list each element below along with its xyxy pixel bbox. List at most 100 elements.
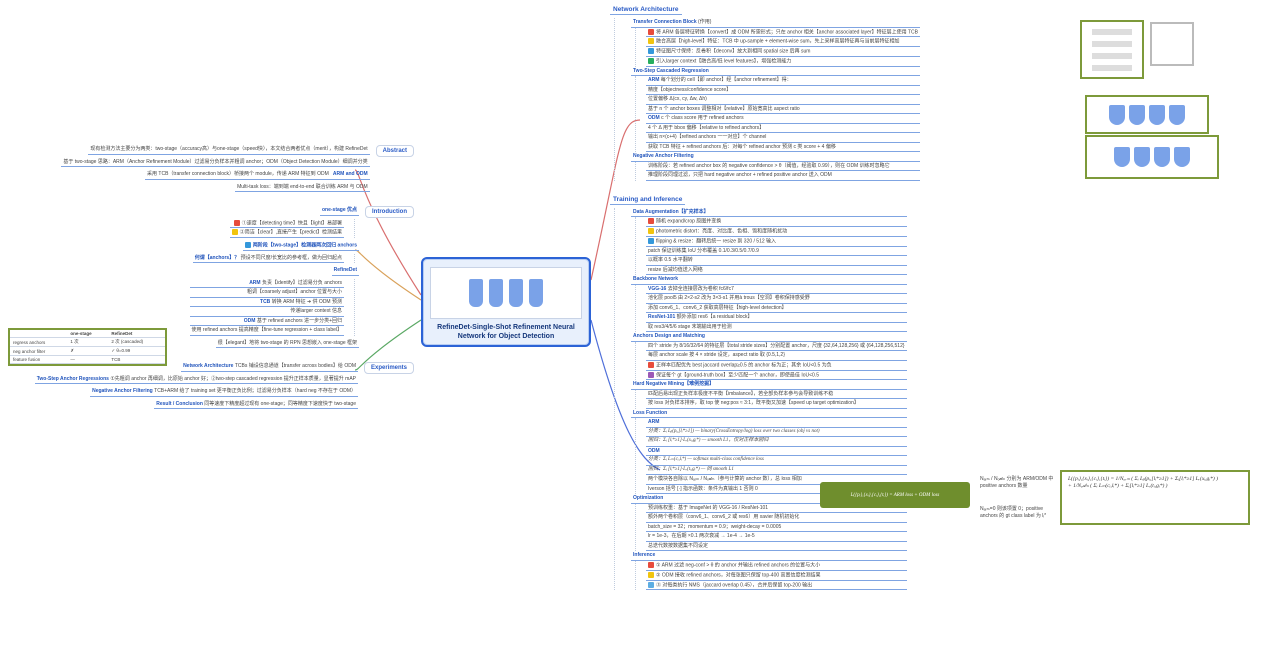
loss-summary-box: L({pᵢ},{xᵢ},{cᵢ},{tᵢ}) = ARM loss + ODM … [820, 482, 970, 508]
exp-section: Experiments Network Architecture TCBs 铺设… [35, 362, 414, 409]
intro-line[interactable]: ①速度【detecting time】快且【light】易部署 [242, 220, 342, 226]
train-loss-eq: 分类：Σᵢ Lₘ(cᵢ,lᵢ*) — softmax multi-class c… [646, 456, 907, 466]
train-line[interactable]: flipping & resize：翻转后统一 resize 到 320 / 5… [656, 238, 776, 244]
root-node[interactable]: RefineDet-Single-Shot Refinement Neural … [421, 257, 591, 347]
train-line[interactable]: photometric distort：亮度、对比度、色相、饱和度随机扰动 [656, 228, 787, 234]
intro-line[interactable]: 传递larger context 信息 [190, 307, 344, 317]
exp-item-h: Result / Conclusion [156, 401, 203, 407]
left-column: Abstract 现有检测方法主要分为两类：two-stage（accuracy… [14, 145, 414, 419]
cmp-h: one-stage [67, 330, 108, 338]
cmp-c: ✗ [67, 347, 108, 356]
train-line[interactable]: 添加 conv6_1、conv6_2 获取高层特征【high-level det… [646, 304, 907, 314]
train-header[interactable]: Training and Inference [610, 195, 685, 205]
train-opt-h: Optimization [633, 495, 663, 501]
train-line[interactable]: 以概率 0.5 水平翻转 [646, 256, 907, 266]
train-hard-h: Hard Negative Mining【难例挖掘】 [633, 381, 714, 387]
abstract-line[interactable]: 采用 TCB（transfer connection block）桥接两个 mo… [147, 171, 329, 177]
cmp-c: TCB [108, 356, 165, 364]
train-backbone-h: Backbone Network [633, 276, 678, 282]
abstract-line[interactable]: 基于 two-stage 思路：ARM（Anchor Refinement Mo… [61, 158, 369, 168]
intro-line[interactable]: ②简洁【clear】,直接产生【predict】检测结果 [240, 230, 342, 236]
train-line[interactable]: batch_size = 32；momentum = 0.9；weight-de… [646, 523, 907, 533]
intro-line[interactable]: 粗调【coarsely adjust】anchor 位置与大小 [190, 288, 344, 298]
train-line[interactable]: 按 loss 对负样本排序，取 top 使 neg:pos ≈ 3:1，既平衡又… [646, 399, 907, 409]
abstract-line[interactable]: 现有检测方法主要分为两类：two-stage（accuracy高）与one-st… [88, 145, 369, 155]
train-loss-eq: 回归：Σᵢ [lᵢ*≥1]·Lᵣ(tᵢ,gᵢ*) — 同 smooth L1 [646, 466, 907, 476]
intro-anchor-h: 何谓【anchors】？ [195, 255, 239, 261]
arch-line[interactable]: 将 ARM 各层特征转换【convert】成 ODM 所需形式；只在 ancho… [656, 29, 918, 35]
arch-line[interactable]: 每个划分的 cell【即 anchor】经【anchor refinement】… [661, 77, 792, 83]
arch-header[interactable]: Network Architecture [610, 5, 682, 15]
arch-line[interactable]: 输出 n×(c+4)【refined anchors 一一对应】个 channe… [646, 133, 920, 143]
intro-contrib[interactable]: 很【elegant】地将 two-stage 的 RPN 思想嵌入 one-st… [216, 339, 359, 349]
arch-line[interactable]: c 个 class score 用于 refined anchors [661, 115, 744, 121]
intro-section: Introduction one-stage 优点 ①速度【detecting … [190, 206, 414, 348]
train-line[interactable]: ① ARM 过滤 neg-conf > θ 的 anchor 并输出 refin… [656, 562, 820, 568]
arch-section: Network Architecture Transfer Connection… [610, 5, 920, 181]
intro-line[interactable]: 负责【identify】过滤易分负 anchors [262, 280, 342, 286]
train-line[interactable]: 保证每个 gt【ground-truth box】至少匹配一个 anchor，即… [656, 372, 819, 378]
arch-line[interactable]: 融合高层【high-level】特征：TCB 中 up-sample + ele… [656, 39, 900, 45]
arch-arm-h: ARM [648, 77, 659, 83]
arch-line[interactable]: 基于 n 个 anchor boxes 调整相对【relative】原始宽高比 … [646, 105, 920, 115]
intro-line[interactable]: 使用 refined anchors 提高精度【fine-tune regres… [190, 326, 344, 336]
train-section: Training and Inference Data Augmentation… [610, 195, 907, 591]
intro-twostage-h: 两阶段【two-stage】检测器两次回归 anchors [253, 242, 357, 248]
train-loss-eq: 回归：Σᵢ [lᵢ*≥1]·Lᵣ(xᵢ,gᵢ*) — smooth L1，仅对正… [646, 437, 907, 447]
arch-line[interactable]: 特征图尺寸保持：反卷积【deconv】放大到相同 spatial size 后再… [656, 48, 810, 54]
arch-line[interactable]: 位置偏移 Δ(cx, cy, Δw, Δh) [646, 95, 920, 105]
loss-eq-anno: Nₐᵣₘ / Nₒ𝒹ₘ 分别为 ARM/ODM 中 positive ancho… [980, 475, 1060, 489]
loss-summary-text: L({pᵢ},{xᵢ},{cᵢ},{tᵢ}) = ARM loss + ODM … [851, 493, 940, 498]
train-line[interactable]: 池化层 pool5 由 2×2-s2 改为 3×3-s1 并用à trous【空… [646, 294, 907, 304]
intro-tcb-h: TCB [260, 299, 270, 305]
train-loss-eq: 分类：Σᵢ Lᵦ(pᵢ,[lᵢ*≥1]) — binary(CrossEntro… [646, 428, 907, 438]
intro-anchor-d: 预设不同尺度/长宽比的参考框，做为回归起点 [241, 255, 342, 261]
cmp-c: ✓ θ=0.99 [108, 347, 165, 356]
arch-tcb-role: 作用 [700, 19, 710, 25]
train-line[interactable]: ③ 对每类执行 NMS（jaccard overlap 0.45），合并后保留 … [656, 582, 812, 588]
arch-line[interactable]: 获取 TCB 特征 + refined anchors 后：对每个 refine… [646, 143, 920, 153]
arch-tcb-h: Transfer Connection Block [633, 19, 697, 25]
exp-item-h: Negative Anchor Filtering [92, 388, 153, 394]
arch-line[interactable]: 4 个 Δ 用于 bbox 偏移【relative to refined anc… [646, 124, 920, 134]
cmp-c: 1 次 [67, 338, 108, 347]
train-line[interactable]: 每层 anchor scale 按 4 × stride 设定，aspect r… [646, 351, 907, 361]
exp-item-d[interactable]: TCB+ARM 给了 training set 更平衡正负比例；过滤易分负样本（… [154, 388, 356, 394]
train-line[interactable]: resize 后减均值送入网络 [646, 266, 907, 276]
intro-onestage-h: one-stage 优点 [322, 207, 357, 213]
train-line[interactable]: 正样本匹配优先 best jaccard overlap≥0.5 的 ancho… [656, 362, 832, 368]
train-line[interactable]: lr = 1e-3，在后期 ×0.1 两次衰减 → 1e-4 → 1e-5 [646, 532, 907, 542]
abstract-header[interactable]: Abstract [376, 145, 414, 157]
train-line[interactable]: 匹配后易出现正负样本极度不平衡【imbalance】，若全部负样本参与会导致训练… [646, 390, 907, 400]
fig-tcb-diagram [1080, 20, 1144, 79]
intro-line[interactable]: 转换 ARM 特征 ➜ 供 ODM 预测 [272, 299, 342, 305]
abstract-line[interactable]: Multi-task loss：端到端 end-to-end 联合训练 ARM … [235, 183, 370, 193]
train-line[interactable]: 总迭代数按数据集不同设定 [646, 542, 907, 552]
exp-header[interactable]: Experiments [364, 362, 414, 374]
train-line[interactable]: 取 res3/4/5/6 stage 末端输出用于检测 [646, 323, 907, 333]
arch-line[interactable]: 精度【objectness/confidence score】 [646, 86, 920, 96]
train-line[interactable]: 随机 expand/crop 原图并变换 [656, 219, 721, 225]
exp-item-d[interactable]: ①先粗调 anchor 再细调，比原始 anchor 好；②two-step c… [110, 376, 356, 382]
train-line[interactable]: 去掉全连接层改为卷积 fc6/fc7 [668, 286, 734, 292]
arch-line[interactable]: 训练阶段：若 refined anchor box 的 negative con… [646, 162, 920, 172]
arch-odm-h: ODM [648, 115, 660, 121]
train-aug-h: Data Augmentation【扩充样本】 [633, 209, 709, 215]
arch-line[interactable]: 引入larger context【融合高/低 level features】，增… [656, 58, 791, 64]
train-loss-arm-h: ARM [648, 419, 659, 425]
exp-item-h: Network Architecture [183, 363, 233, 369]
train-line[interactable]: 额外添加 res6【a residual block】 [677, 314, 753, 320]
train-anchor-h: Anchors Design and Matching [633, 333, 705, 339]
abstract-section: Abstract 现有检测方法主要分为两类：two-stage（accuracy… [61, 145, 414, 192]
train-line[interactable]: patch 保证训练集 IoU 分布覆盖 0.1/0.3/0.5/0.7/0.9 [646, 247, 907, 257]
train-line[interactable]: 额外两个卷积层（conv6_1、conv6_2 或 res6）用 xavier … [646, 513, 907, 523]
comparison-table: one-stageRefineDet regress anchors1 次2 次… [8, 328, 167, 366]
arch-line[interactable]: 推理阶段同理过滤，只把 hard negative anchor + refin… [646, 171, 920, 181]
intro-line[interactable]: 基于 refined anchors 进一步分类+回归 [257, 318, 342, 324]
exp-item-d[interactable]: TCBs 铺设信息通道【transfer across bodies】给 ODM [235, 363, 356, 369]
exp-item-d[interactable]: 同等速度下精度超过现有 one-stage；同等精度下速度快于 two-stag… [204, 401, 356, 407]
train-line[interactable]: ② ODM 接收 refined anchors，对每张图只保留 top-400… [656, 572, 821, 578]
fig-arm-diagram [1085, 95, 1209, 134]
train-line[interactable]: 四个 stride 为 8/16/32/64 的特征层【total stride… [646, 342, 907, 352]
intro-header[interactable]: Introduction [365, 206, 414, 218]
